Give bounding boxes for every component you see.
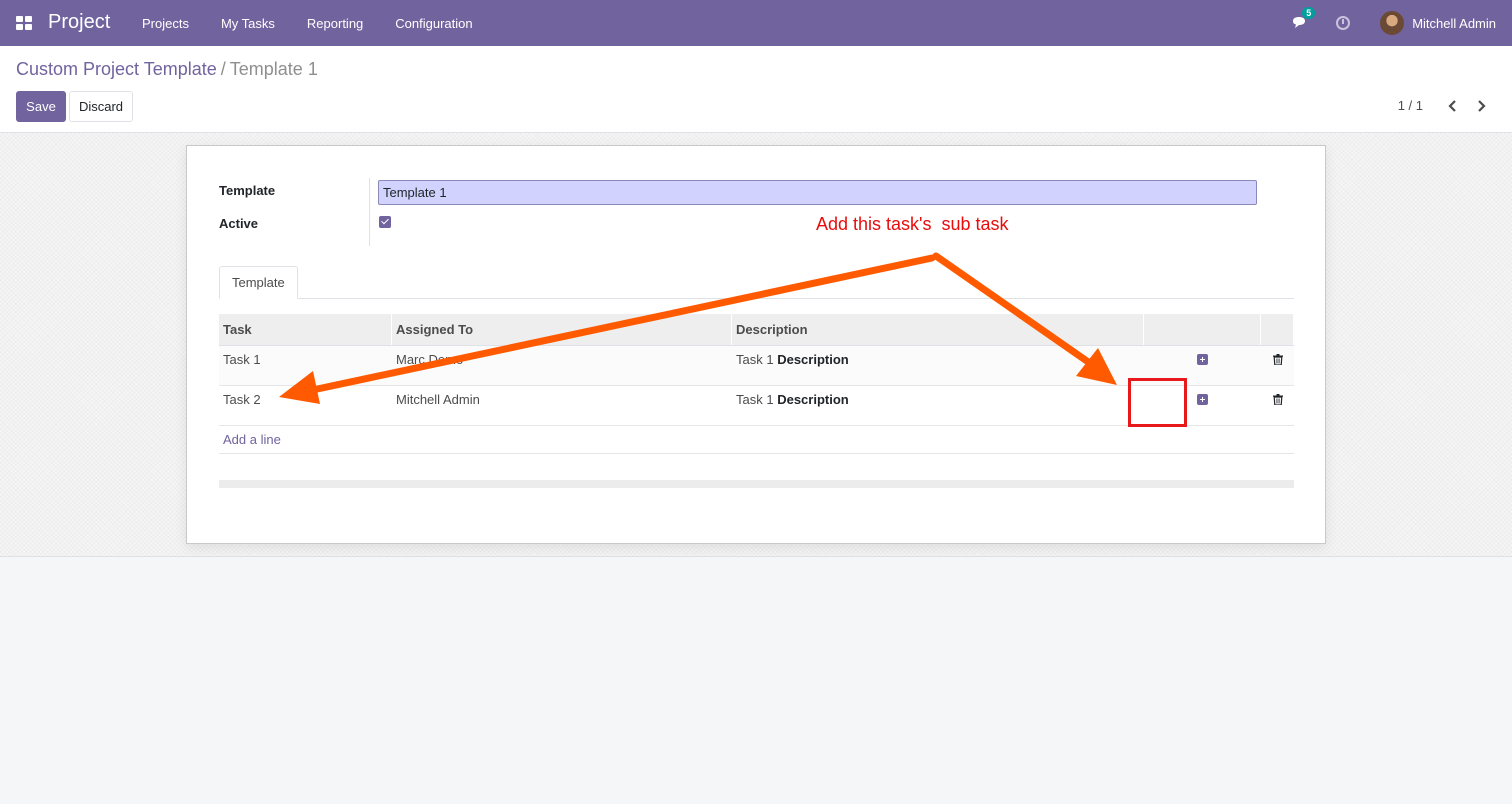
breadcrumb-parent[interactable]: Custom Project Template bbox=[16, 59, 217, 79]
template-label: Template bbox=[219, 183, 276, 198]
form-sheet: Template Active Template Task Assigned T… bbox=[186, 145, 1326, 544]
description-bold: Description bbox=[777, 392, 849, 407]
app-name[interactable]: Project bbox=[48, 11, 110, 34]
control-panel: Custom Project Template / Template 1 Save … bbox=[0, 46, 1512, 133]
save-button[interactable]: Save bbox=[16, 91, 66, 122]
user-avatar[interactable] bbox=[1380, 11, 1405, 35]
discard-button[interactable]: Discard bbox=[69, 91, 133, 122]
delete-cell bbox=[1261, 386, 1294, 425]
top-navbar: Project Projects My Tasks Reporting Conf… bbox=[0, 0, 1512, 46]
description-bold: Description bbox=[777, 352, 849, 367]
add-subtask-icon[interactable] bbox=[1197, 394, 1208, 405]
pager-value[interactable]: 1 / 1 bbox=[1398, 98, 1423, 113]
apps-menu-icon[interactable] bbox=[16, 16, 32, 30]
description-cell[interactable]: Task 1 Description bbox=[732, 346, 1144, 385]
column-assigned-to[interactable]: Assigned To bbox=[392, 314, 732, 345]
menu-item-reporting[interactable]: Reporting bbox=[291, 16, 379, 31]
breadcrumb: Custom Project Template / Template 1 bbox=[16, 59, 318, 80]
breadcrumb-separator: / bbox=[220, 59, 226, 79]
tab-template[interactable]: Template bbox=[219, 266, 298, 299]
activity-clock-icon[interactable] bbox=[1336, 16, 1351, 30]
trash-icon[interactable] bbox=[1272, 354, 1283, 365]
annotation-text: Add this task's sub task bbox=[816, 214, 1009, 234]
highlight-box bbox=[1128, 378, 1187, 427]
notebook-tabs: Template bbox=[219, 266, 1294, 299]
messaging-count-badge: 5 bbox=[1302, 7, 1316, 19]
menu-item-my-tasks[interactable]: My Tasks bbox=[205, 16, 291, 31]
assigned-to-cell[interactable]: Marc Demo bbox=[392, 346, 732, 385]
task-name-cell[interactable]: Task 1 bbox=[219, 346, 392, 385]
grid-footer bbox=[219, 480, 1294, 488]
chevron-right-icon[interactable] bbox=[1472, 97, 1490, 115]
systray: 5 Mitchell Admin bbox=[1292, 0, 1496, 46]
column-description[interactable]: Description bbox=[732, 314, 1144, 345]
messaging-icon[interactable]: 5 bbox=[1292, 7, 1316, 30]
add-line-row: Add a line bbox=[219, 426, 1294, 454]
column-delete bbox=[1261, 314, 1294, 345]
delete-cell bbox=[1261, 346, 1294, 385]
main-menu: Projects My Tasks Reporting Configuratio… bbox=[126, 0, 489, 46]
column-task[interactable]: Task bbox=[219, 314, 392, 345]
task-name-cell[interactable]: Task 2 bbox=[219, 386, 392, 425]
label-separator bbox=[369, 178, 370, 246]
menu-item-projects[interactable]: Projects bbox=[126, 16, 205, 31]
add-subtask-icon[interactable] bbox=[1197, 354, 1208, 365]
add-line-link[interactable]: Add a line bbox=[223, 432, 281, 447]
chevron-left-icon[interactable] bbox=[1444, 97, 1462, 115]
active-label: Active bbox=[219, 216, 259, 231]
description-cell[interactable]: Task 1 Description bbox=[732, 386, 1144, 425]
template-name-input[interactable] bbox=[378, 180, 1257, 205]
breadcrumb-current: Template 1 bbox=[229, 59, 318, 79]
assigned-to-cell[interactable]: Mitchell Admin bbox=[392, 386, 732, 425]
user-menu-name[interactable]: Mitchell Admin bbox=[1412, 16, 1496, 31]
menu-item-configuration[interactable]: Configuration bbox=[379, 16, 488, 31]
description-prefix: Task 1 bbox=[736, 352, 774, 367]
grid-header: Task Assigned To Description bbox=[219, 314, 1294, 346]
column-add-subtask bbox=[1144, 314, 1261, 345]
trash-icon[interactable] bbox=[1272, 394, 1283, 405]
description-prefix: Task 1 bbox=[736, 392, 774, 407]
active-checkbox[interactable] bbox=[379, 216, 391, 228]
